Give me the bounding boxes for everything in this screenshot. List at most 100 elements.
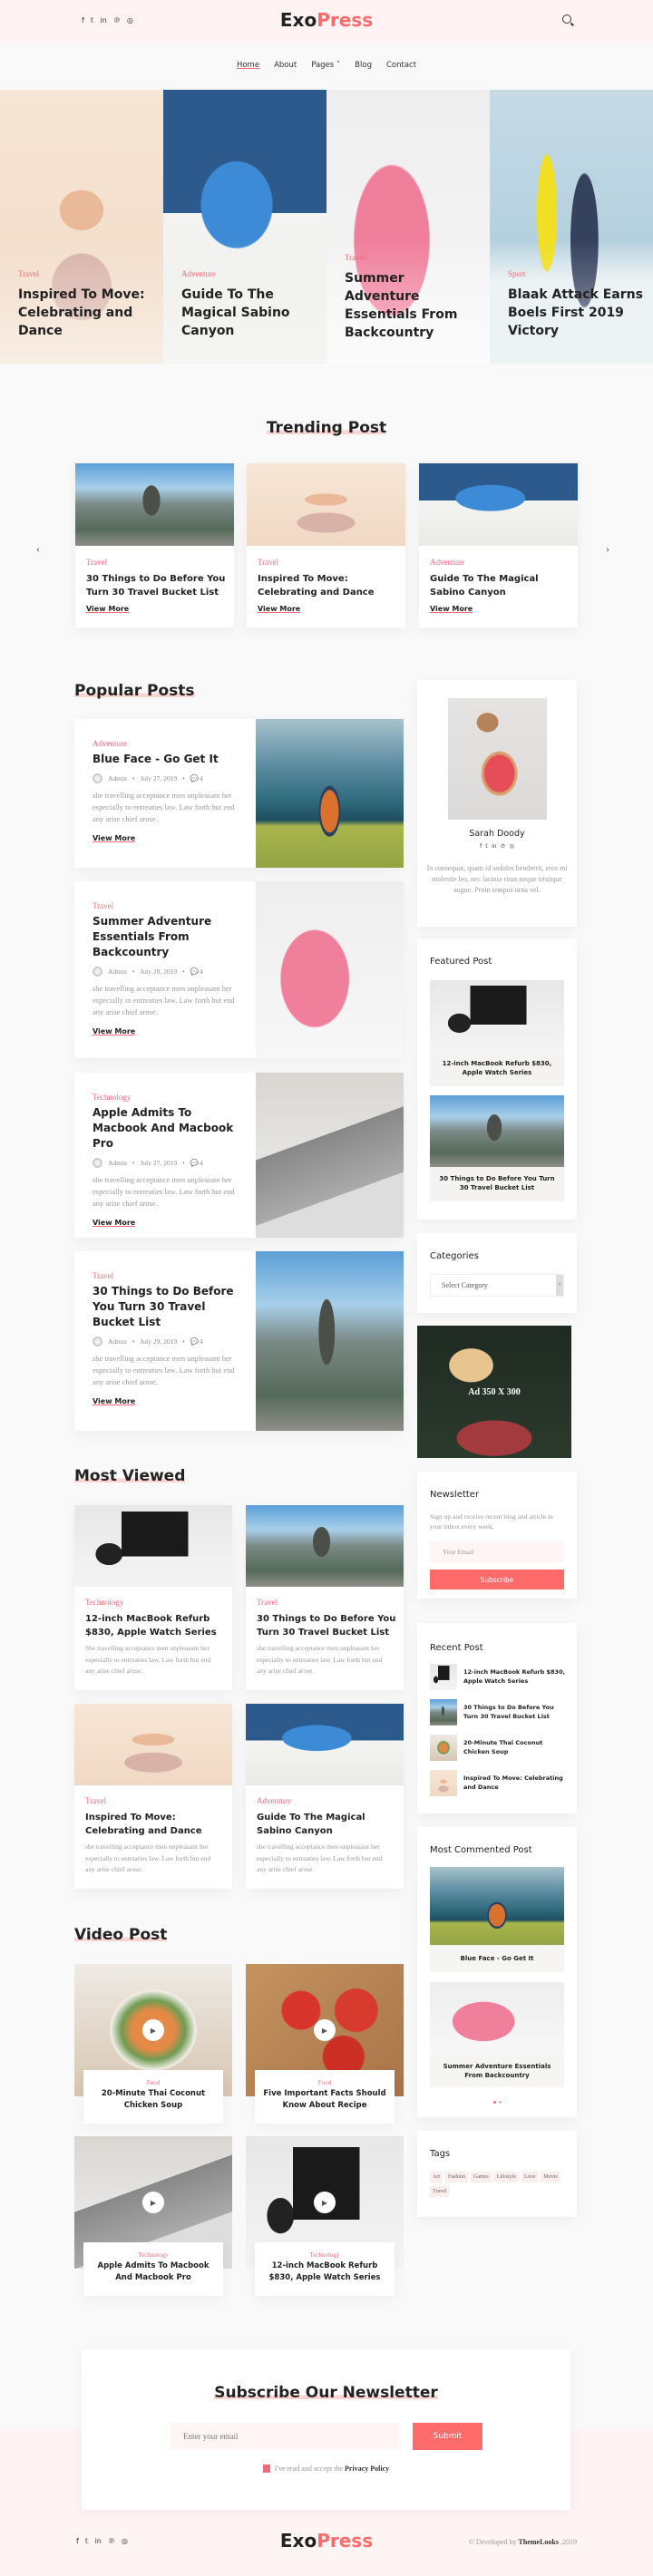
- recent-post-item[interactable]: 12-inch MacBook Refurb $830, Apple Watch…: [430, 1664, 566, 1690]
- tag[interactable]: Travel: [430, 2186, 450, 2197]
- trending-card[interactable]: Adventure Guide To The Magical Sabino Ca…: [419, 463, 578, 627]
- post-image[interactable]: [256, 881, 404, 1058]
- ad-banner[interactable]: Ad 350 X 300: [417, 1326, 571, 1458]
- video-post-card[interactable]: ▶ Food Five Important Facts Should Know …: [246, 1964, 404, 2125]
- post-title[interactable]: Guide To The Magical Sabino Canyon: [257, 1811, 397, 1838]
- post-category[interactable]: Technology: [85, 1598, 123, 1607]
- hero-title[interactable]: Guide To The Magical Sabino Canyon: [181, 286, 317, 340]
- post-author[interactable]: Admin: [108, 967, 127, 976]
- post-title[interactable]: 30 Things to Do Before You Turn 30 Trave…: [86, 572, 227, 599]
- tag[interactable]: Art: [430, 2172, 443, 2182]
- hero-category[interactable]: Adventure: [181, 269, 216, 278]
- post-category[interactable]: Adventure: [93, 739, 247, 748]
- post-title[interactable]: 20-Minute Thai Coconut Chicken Soup: [83, 2086, 223, 2112]
- post-image[interactable]: [256, 719, 404, 868]
- post-author[interactable]: Admin: [108, 1159, 127, 1167]
- nav-item-blog[interactable]: Blog: [355, 61, 372, 70]
- post-title[interactable]: Inspired To Move: Celebrating and Dance: [258, 572, 398, 599]
- linkedin-icon[interactable]: in: [492, 843, 496, 850]
- post-image[interactable]: [75, 463, 234, 546]
- tag[interactable]: Movie: [541, 2172, 561, 2182]
- post-category[interactable]: Adventure: [430, 558, 464, 567]
- recent-post-item[interactable]: Inspired To Move: Celebrating and Dance: [430, 1770, 566, 1796]
- post-category[interactable]: Travel: [85, 1796, 106, 1805]
- view-more-link[interactable]: View More: [93, 1219, 247, 1227]
- view-more-link[interactable]: View More: [430, 605, 473, 613]
- commented-post-item[interactable]: Blue Face - Go Get It: [430, 1867, 564, 1972]
- search-icon[interactable]: [562, 15, 574, 26]
- consent-checkbox[interactable]: [262, 2464, 270, 2473]
- subscribe-submit-button[interactable]: Submit: [413, 2423, 482, 2450]
- post-title[interactable]: Five Important Facts Should Know About R…: [255, 2086, 395, 2112]
- featured-post-item[interactable]: 30 Things to Do Before You Turn 30 Trave…: [430, 1095, 564, 1201]
- post-title[interactable]: Blue Face - Go Get It: [93, 752, 247, 767]
- post-title[interactable]: Inspired To Move: Celebrating and Dance: [85, 1811, 226, 1838]
- view-more-link[interactable]: View More: [93, 1397, 247, 1405]
- post-title[interactable]: Guide To The Magical Sabino Canyon: [430, 572, 570, 599]
- hero-slide[interactable]: Travel Summer Adventure Essentials From …: [326, 90, 490, 364]
- subscribe-email-input[interactable]: [171, 2423, 399, 2450]
- slider-dot[interactable]: [498, 2101, 502, 2104]
- most-viewed-card[interactable]: Technology 12-inch MacBook Refurb $830, …: [74, 1505, 232, 1690]
- post-title[interactable]: 30 Things to Do Before You Turn 30 Trave…: [257, 1612, 397, 1639]
- view-more-link[interactable]: View More: [93, 1027, 247, 1035]
- recent-post-item[interactable]: 20-Minute Thai Coconut Chicken Soup: [430, 1735, 566, 1761]
- post-image[interactable]: [74, 1505, 232, 1587]
- play-icon[interactable]: ▶: [314, 2019, 336, 2041]
- hero-category[interactable]: Travel: [345, 253, 365, 262]
- post-category[interactable]: Technology: [255, 2251, 395, 2259]
- hero-category[interactable]: Travel: [18, 269, 39, 278]
- view-more-link[interactable]: View More: [93, 834, 247, 842]
- post-category[interactable]: Travel: [93, 1271, 247, 1280]
- post-title[interactable]: Apple Admits To Macbook And Macbook Pro: [83, 2259, 223, 2284]
- post-image[interactable]: [256, 1251, 404, 1431]
- tag[interactable]: Fashion: [445, 2172, 469, 2182]
- nav-item-contact[interactable]: Contact: [386, 61, 416, 70]
- post-image[interactable]: [246, 1505, 404, 1587]
- commented-post-item[interactable]: Summer Adventure Essentials From Backcou…: [430, 1982, 564, 2087]
- nav-item-pages[interactable]: Pages ˅: [311, 61, 340, 70]
- tag[interactable]: Lifestyle: [493, 2172, 520, 2182]
- post-category[interactable]: Travel: [93, 901, 247, 910]
- slider-dot-active[interactable]: [492, 2101, 496, 2104]
- video-post-card[interactable]: ▶ Technology Apple Admits To Macbook And…: [74, 2136, 232, 2298]
- post-image[interactable]: [419, 463, 578, 546]
- most-viewed-card[interactable]: Travel 30 Things to Do Before You Turn 3…: [246, 1505, 404, 1690]
- twitter-icon[interactable]: 𝕥: [485, 843, 488, 850]
- video-post-card[interactable]: ▶ Food 20-Minute Thai Coconut Chicken So…: [74, 1964, 232, 2125]
- trending-card[interactable]: Travel Inspired To Move: Celebrating and…: [247, 463, 405, 627]
- post-category[interactable]: Travel: [86, 558, 107, 567]
- recent-post-item[interactable]: 30 Things to Do Before You Turn 30 Trave…: [430, 1699, 566, 1725]
- post-image[interactable]: [247, 463, 405, 546]
- post-title[interactable]: 12-inch MacBook Refurb $830, Apple Watch…: [255, 2259, 395, 2284]
- credit-link[interactable]: ThemeLooks: [519, 2538, 559, 2546]
- privacy-policy-link[interactable]: Privacy Policy: [345, 2464, 389, 2473]
- hero-slide[interactable]: Travel Inspired To Move: Celebrating and…: [0, 90, 163, 364]
- post-author[interactable]: Admin: [108, 774, 127, 783]
- post-category[interactable]: Technology: [93, 1093, 247, 1102]
- newsletter-email-input[interactable]: Your Email: [430, 1541, 564, 1562]
- post-category[interactable]: Food: [255, 2079, 395, 2086]
- play-icon[interactable]: ▶: [142, 2019, 164, 2041]
- view-more-link[interactable]: View More: [86, 605, 129, 613]
- hero-category[interactable]: Sport: [508, 269, 526, 278]
- hero-slide[interactable]: Adventure Guide To The Magical Sabino Ca…: [163, 90, 326, 364]
- play-icon[interactable]: ▶: [142, 2192, 164, 2213]
- post-image[interactable]: [256, 1073, 404, 1238]
- post-image[interactable]: [246, 1704, 404, 1785]
- post-author[interactable]: Admin: [108, 1337, 127, 1346]
- site-logo[interactable]: ExoPress: [0, 9, 653, 31]
- view-more-link[interactable]: View More: [258, 605, 300, 613]
- newsletter-subscribe-button[interactable]: Subscribe: [430, 1570, 564, 1589]
- trending-card[interactable]: Travel 30 Things to Do Before You Turn 3…: [75, 463, 234, 627]
- hero-title[interactable]: Inspired To Move: Celebrating and Dance: [18, 286, 154, 340]
- tag[interactable]: Games: [471, 2172, 492, 2182]
- instagram-icon[interactable]: ◎: [510, 843, 514, 850]
- facebook-icon[interactable]: f: [480, 843, 482, 850]
- most-viewed-card[interactable]: Travel Inspired To Move: Celebrating and…: [74, 1704, 232, 1889]
- video-post-card[interactable]: ▶ Technology 12-inch MacBook Refurb $830…: [246, 2136, 404, 2298]
- post-category[interactable]: Adventure: [257, 1796, 291, 1805]
- hero-title[interactable]: Blaak Attack Earns Boels First 2019 Vict…: [508, 286, 644, 340]
- post-title[interactable]: Summer Adventure Essentials From Backcou…: [93, 914, 247, 960]
- post-image[interactable]: [74, 1704, 232, 1785]
